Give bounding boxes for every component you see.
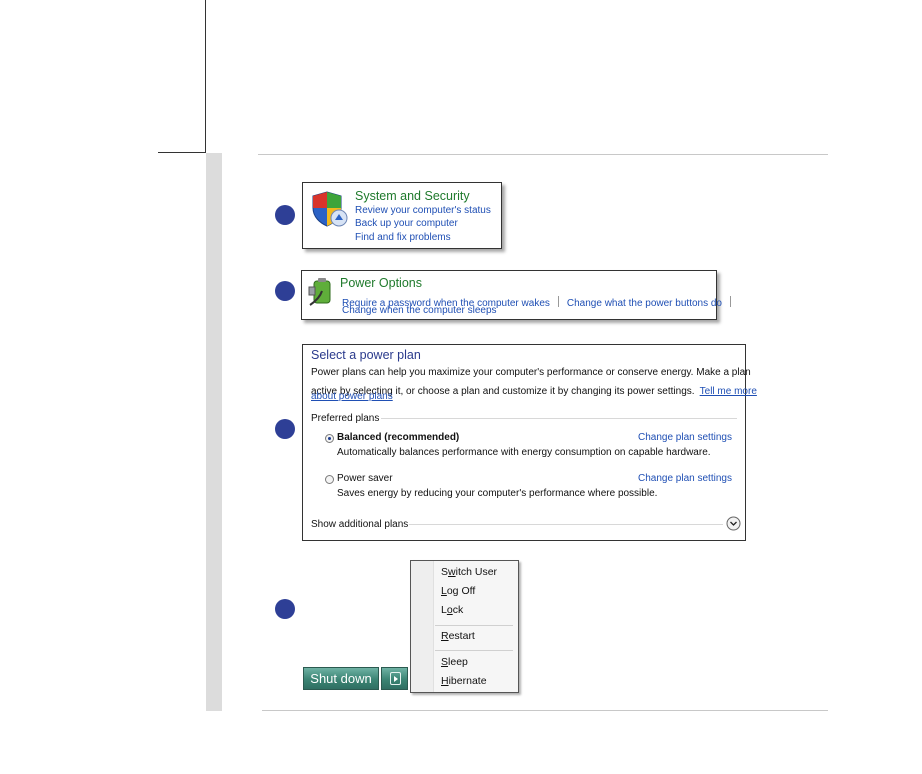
step-badge-1 [275, 205, 295, 225]
top-rule [258, 154, 828, 155]
step-badge-2 [275, 281, 295, 301]
page-margin-strip [206, 153, 222, 711]
power-options-panel: Power Options Require a password when th… [301, 270, 731, 320]
chevron-down-icon[interactable] [726, 516, 741, 531]
link-separator [730, 296, 731, 307]
power-plan-desc-line1: Power plans can help you maximize your c… [311, 367, 751, 378]
access-key-letter: H [441, 675, 449, 687]
page-frame-horizontal-line [158, 152, 206, 153]
menu-separator [435, 625, 513, 626]
power-saver-plan-name[interactable]: Power saver [337, 473, 393, 484]
step-badge-3 [275, 419, 295, 439]
step-badge-4 [275, 599, 295, 619]
balanced-radio[interactable] [325, 434, 334, 443]
access-key-letter: w [448, 566, 456, 578]
shield-icon [312, 191, 348, 227]
link-separator [557, 296, 559, 307]
power-buttons-link[interactable]: Change what the power buttons do [567, 298, 722, 309]
preferred-plans-label: Preferred plans [311, 413, 380, 424]
power-plan-panel: Select a power plan Power plans can help… [302, 344, 757, 541]
tell-me-more-link[interactable]: Tell me more [700, 386, 757, 397]
power-saver-radio[interactable] [325, 475, 334, 484]
access-key-letter: R [441, 630, 449, 642]
access-key-letter: S [441, 656, 449, 668]
balanced-plan-desc: Automatically balances performance with … [337, 447, 711, 458]
backup-link[interactable]: Back up your computer [355, 218, 458, 229]
menu-gutter [411, 561, 434, 692]
shut-down-options-button[interactable] [381, 667, 408, 690]
menu-item-log-off[interactable]: Log Off [441, 585, 475, 597]
additional-plans-divider [409, 524, 723, 525]
system-security-panel: System and Security Review your computer… [302, 182, 502, 249]
review-status-link[interactable]: Review your computer's status [355, 205, 491, 216]
system-security-title[interactable]: System and Security [355, 189, 470, 203]
battery-plug-icon [308, 278, 331, 306]
menu-item-sleep[interactable]: Sleep [441, 656, 468, 668]
power-plan-title: Select a power plan [311, 348, 421, 362]
show-additional-plans-label[interactable]: Show additional plans [311, 519, 408, 530]
power-saver-plan-desc: Saves energy by reducing your computer's… [337, 488, 658, 499]
sleep-settings-link[interactable]: Change when the computer sleeps [342, 305, 497, 316]
menu-separator [435, 650, 513, 651]
balanced-change-settings-link[interactable]: Change plan settings [638, 432, 732, 443]
access-key-letter: o [446, 604, 453, 616]
page-frame-vertical-line [205, 0, 206, 152]
shut-down-menu: Switch User Log Off Lock Restart Sleep H… [410, 560, 519, 693]
menu-item-restart[interactable]: Restart [441, 630, 475, 642]
menu-item-hibernate[interactable]: Hibernate [441, 675, 487, 687]
power-options-title[interactable]: Power Options [340, 276, 422, 290]
shut-down-button[interactable]: Shut down [303, 667, 379, 690]
balanced-plan-name[interactable]: Balanced (recommended) [337, 432, 459, 443]
menu-item-switch-user[interactable]: Switch User [441, 566, 497, 578]
menu-item-lock[interactable]: Lock [441, 604, 463, 616]
preferred-plans-divider [381, 418, 737, 419]
about-power-plans-link[interactable]: about power plans [311, 391, 393, 402]
bottom-rule [262, 710, 828, 711]
find-fix-link[interactable]: Find and fix problems [355, 232, 451, 243]
power-saver-change-settings-link[interactable]: Change plan settings [638, 473, 732, 484]
arrow-right-icon [390, 672, 401, 685]
access-key-letter: L [441, 585, 447, 597]
